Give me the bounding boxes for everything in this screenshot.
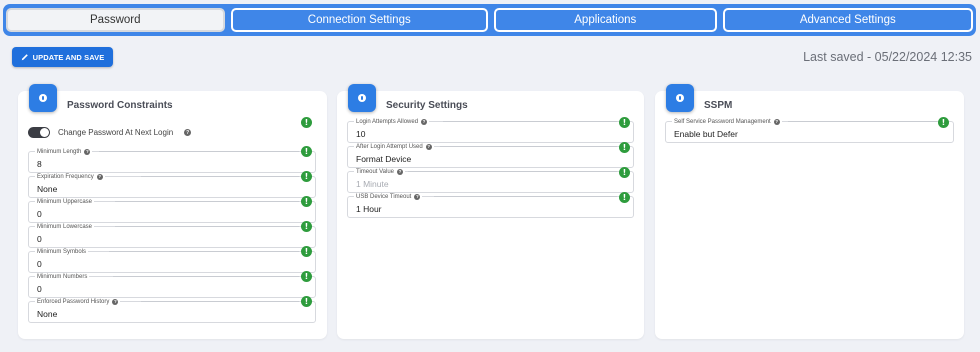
update-and-save-button[interactable]: UPDATE AND SAVE	[12, 47, 113, 67]
warning-icon: !	[301, 117, 312, 128]
change-password-toggle-row: Change Password At Next Login ?	[28, 127, 192, 138]
field-label: Minimum Symbols	[37, 249, 87, 255]
card-badge-icon	[348, 84, 376, 112]
login-attempts-allowed-field[interactable]: Login Attempts Allowed? 10	[347, 118, 634, 143]
field-value: 0	[37, 209, 42, 219]
help-icon[interactable]: ?	[184, 129, 192, 136]
minimum-lowercase-field[interactable]: Minimum Lowercase 0	[28, 223, 316, 248]
help-icon[interactable]: ?	[773, 119, 780, 125]
warning-icon: !	[301, 171, 312, 182]
tab-connection-settings[interactable]: Connection Settings	[230, 8, 488, 32]
warning-icon: !	[938, 117, 949, 128]
usb-device-timeout-field[interactable]: USB Device Timeout? 1 Hour	[347, 193, 634, 218]
field-value: 8	[37, 159, 42, 169]
field-value: 0	[37, 234, 42, 244]
enforced-password-history-field[interactable]: Enforced Password History? None	[28, 298, 316, 323]
toggle-label: Change Password At Next Login	[58, 128, 174, 137]
self-service-password-management-field[interactable]: Self Service Password Management? Enable…	[665, 118, 954, 143]
card-title: SSPM	[704, 100, 733, 111]
card-title: Password Constraints	[67, 100, 173, 111]
after-login-attempt-used-field[interactable]: After Login Attempt Used? Format Device	[347, 143, 634, 168]
field-value: None	[37, 184, 58, 194]
field-label: Minimum Lowercase	[37, 224, 93, 230]
minimum-uppercase-field[interactable]: Minimum Uppercase 0	[28, 198, 316, 223]
help-icon[interactable]: ?	[84, 149, 91, 155]
field-label: Timeout Value	[356, 169, 395, 175]
tab-password[interactable]: Password	[6, 8, 225, 32]
warning-icon: !	[301, 246, 312, 257]
warning-icon: !	[301, 271, 312, 282]
tab-bar: Password Connection Settings Application…	[3, 4, 976, 36]
help-icon[interactable]: ?	[96, 174, 103, 180]
warning-icon: !	[301, 146, 312, 157]
warning-icon: !	[619, 192, 630, 203]
field-value: 1 Minute	[356, 179, 389, 189]
field-label: Enforced Password History	[37, 299, 110, 305]
field-label: Expiration Frequency	[37, 174, 94, 180]
field-label: Self Service Password Management	[674, 119, 771, 125]
help-icon[interactable]: ?	[425, 144, 432, 150]
help-icon[interactable]: ?	[397, 169, 404, 175]
card-title: Security Settings	[386, 100, 468, 111]
help-icon[interactable]: ?	[112, 299, 119, 305]
change-password-toggle[interactable]	[28, 127, 50, 138]
field-value: Enable but Defer	[674, 129, 738, 139]
expiration-frequency-field[interactable]: Expiration Frequency? None	[28, 173, 316, 198]
field-label: Minimum Uppercase	[37, 199, 93, 205]
timeout-value-field[interactable]: Timeout Value? 1 Minute	[347, 168, 634, 193]
tab-advanced-settings[interactable]: Advanced Settings	[722, 8, 973, 32]
pencil-icon	[21, 54, 28, 61]
password-constraints-card: Password Constraints ! Change Password A…	[18, 84, 327, 339]
update-and-save-label: UPDATE AND SAVE	[32, 52, 105, 62]
field-label: Minimum Numbers	[37, 274, 88, 280]
field-value: 0	[37, 259, 42, 269]
help-icon[interactable]: ?	[414, 194, 421, 200]
warning-icon: !	[301, 221, 312, 232]
warning-icon: !	[619, 117, 630, 128]
field-label: USB Device Timeout	[356, 194, 412, 200]
minimum-length-field[interactable]: Minimum Length? 8	[28, 148, 316, 173]
warning-icon: !	[301, 196, 312, 207]
field-value: 1 Hour	[356, 204, 382, 214]
help-icon[interactable]: ?	[421, 119, 428, 125]
tab-applications[interactable]: Applications	[494, 8, 717, 32]
minimum-numbers-field[interactable]: Minimum Numbers 0	[28, 273, 316, 298]
warning-icon: !	[301, 296, 312, 307]
field-label: After Login Attempt Used	[356, 144, 423, 150]
warning-icon: !	[619, 142, 630, 153]
field-value: None	[37, 309, 58, 319]
warning-icon: !	[619, 167, 630, 178]
field-label: Minimum Length	[37, 149, 82, 155]
field-label: Login Attempts Allowed	[356, 119, 419, 125]
field-value: Format Device	[356, 154, 412, 164]
card-badge-icon	[29, 84, 57, 112]
sspm-card: SSPM Self Service Password Management? E…	[655, 84, 964, 339]
field-value: 0	[37, 284, 42, 294]
security-settings-card: Security Settings Login Attempts Allowed…	[337, 84, 644, 339]
field-value: 10	[356, 129, 366, 139]
last-saved-text: Last saved - 05/22/2024 12:35	[803, 50, 972, 64]
minimum-symbols-field[interactable]: Minimum Symbols 0	[28, 248, 316, 273]
card-badge-icon	[666, 84, 694, 112]
